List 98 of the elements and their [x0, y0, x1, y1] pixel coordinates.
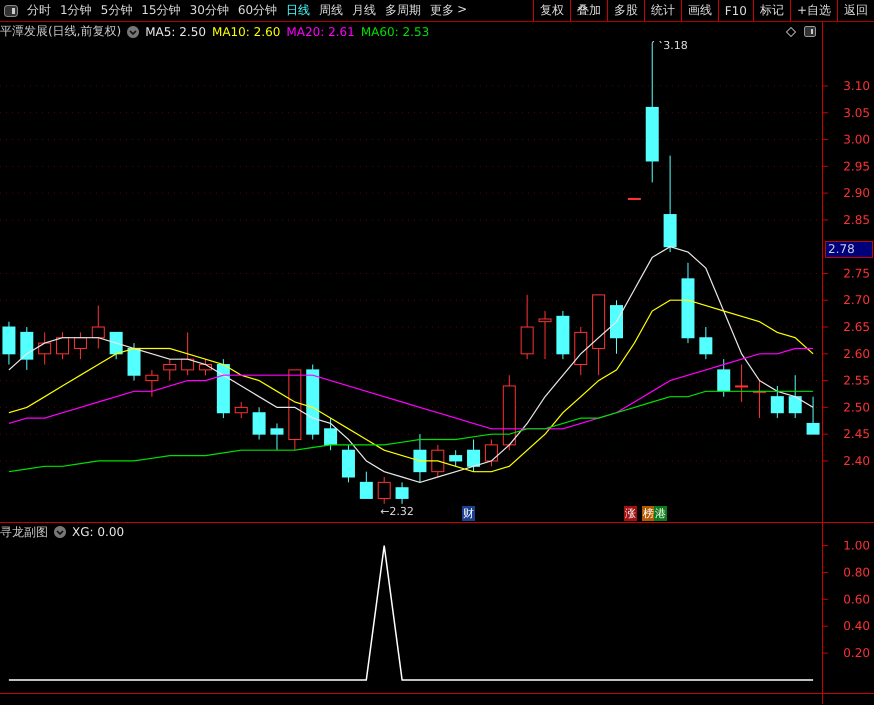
period-tab[interactable]: 60分钟	[238, 2, 278, 19]
falling-candlestick	[252, 406, 266, 440]
rising-candlestick	[163, 358, 176, 382]
period-tab[interactable]: 30分钟	[190, 2, 229, 19]
axis-label: 2.70	[843, 293, 870, 308]
rising-candlestick	[181, 332, 194, 376]
axis-label: 3.10	[843, 79, 870, 93]
rising-candlestick	[74, 332, 87, 360]
falling-candlestick	[324, 418, 338, 451]
event-badge[interactable]: 榜	[642, 506, 655, 521]
rising-candlestick	[145, 369, 158, 398]
dropdown-icon[interactable]	[127, 26, 140, 38]
axis-label: 3.05	[843, 106, 870, 120]
axis-label: 2.45	[843, 427, 870, 442]
falling-candlestick	[806, 396, 820, 435]
price-label: ←2.32	[380, 504, 414, 518]
period-tab[interactable]: 周线	[319, 2, 344, 19]
axis-label: 0.60	[843, 592, 870, 606]
rising-candlestick	[628, 198, 641, 200]
axis-label: 2.75	[843, 266, 870, 280]
axis-label: 2.65	[843, 320, 870, 334]
axis-label: 2.85	[843, 212, 870, 227]
diamond-icon[interactable]	[786, 26, 796, 36]
rising-candlestick	[199, 358, 212, 376]
event-badge[interactable]: 港	[654, 506, 667, 521]
rising-candlestick	[735, 364, 748, 403]
falling-candlestick	[556, 310, 570, 360]
falling-candlestick	[717, 358, 730, 398]
falling-candlestick	[128, 342, 141, 382]
falling-candlestick	[2, 321, 16, 366]
indicator-value: MA60: 2.53	[360, 24, 430, 38]
axis-label: 2.55	[843, 374, 870, 388]
rising-candlestick	[92, 305, 105, 349]
rising-candlestick	[538, 310, 552, 360]
falling-candlestick	[770, 385, 784, 419]
period-tab[interactable]: 日线	[286, 2, 310, 19]
falling-candlestick	[699, 326, 712, 360]
falling-candlestick	[110, 332, 123, 360]
axis-label: 0.40	[843, 619, 870, 634]
falling-candlestick	[342, 444, 355, 483]
panel-toggle-icon[interactable]	[4, 4, 18, 16]
rising-candlestick	[234, 402, 248, 419]
falling-candlestick	[20, 326, 34, 370]
period-tab[interactable]: 月线	[352, 2, 376, 19]
axis-label: 3.00	[843, 132, 870, 147]
rising-candlestick	[484, 439, 498, 467]
rising-candlestick	[431, 444, 444, 478]
rising-candlestick	[520, 294, 534, 360]
toolbar-button[interactable]: +自选	[790, 0, 837, 21]
indicator-value: MA5: 2.50	[145, 24, 206, 38]
falling-candlestick	[413, 434, 426, 483]
chart-title: 寻龙副图	[0, 524, 48, 540]
axis-label: 0.80	[843, 565, 870, 580]
axis-label: 2.90	[843, 186, 870, 200]
axis-label: 2.40	[843, 454, 870, 468]
leader-line	[652, 41, 662, 44]
panel-toggle-icon[interactable]	[804, 26, 816, 37]
axis-label: 2.95	[843, 159, 870, 174]
falling-candlestick	[270, 422, 284, 451]
indicator-value: XG: 0.00	[72, 525, 124, 539]
toolbar-button[interactable]: 返回	[837, 0, 874, 21]
more-menu[interactable]: 更多 >	[430, 2, 468, 19]
price-label: 3.18	[663, 41, 688, 52]
event-badge[interactable]: 财	[462, 506, 475, 521]
toolbar-button[interactable]: 统计	[644, 0, 681, 21]
rising-candlestick	[38, 332, 52, 366]
falling-candlestick	[360, 471, 373, 499]
indicator-value: MA20: 2.61	[286, 24, 355, 38]
rising-candlestick	[378, 476, 391, 504]
rising-candlestick	[574, 326, 588, 376]
cursor-price-tag: 2.78	[825, 241, 873, 258]
toolbar-button[interactable]: F10	[718, 0, 753, 21]
period-tab[interactable]: 1分钟	[60, 2, 92, 19]
period-tab[interactable]: 多周期	[385, 2, 422, 19]
toolbar-button[interactable]: 复权	[532, 0, 570, 21]
toolbar-button[interactable]: 多股	[606, 0, 644, 21]
chart-title: 平潭发展(日线,前复权)	[0, 23, 122, 40]
falling-candlestick	[396, 482, 409, 504]
period-tab[interactable]: 5分钟	[100, 2, 132, 19]
toolbar-button[interactable]: 标记	[752, 0, 790, 21]
indicator-value: MA10: 2.60	[212, 24, 280, 38]
period-tab[interactable]: 分时	[27, 2, 51, 19]
falling-candlestick	[467, 439, 480, 472]
axis-label: 2.50	[843, 400, 870, 414]
rising-candlestick	[56, 332, 70, 360]
falling-candlestick	[216, 358, 230, 419]
falling-candlestick	[788, 374, 802, 419]
axis-label: 0.20	[843, 646, 870, 660]
axis-label: 1.00	[843, 541, 870, 553]
falling-candlestick	[449, 450, 462, 467]
falling-candlestick	[610, 300, 623, 354]
toolbar-button[interactable]: 叠加	[570, 0, 607, 21]
dropdown-icon[interactable]	[54, 526, 66, 538]
rising-candlestick	[752, 380, 766, 419]
event-badge[interactable]: 涨	[624, 506, 637, 521]
period-tab[interactable]: 15分钟	[141, 2, 181, 19]
toolbar-button[interactable]: 画线	[680, 0, 718, 21]
axis-label: 2.60	[843, 346, 870, 361]
